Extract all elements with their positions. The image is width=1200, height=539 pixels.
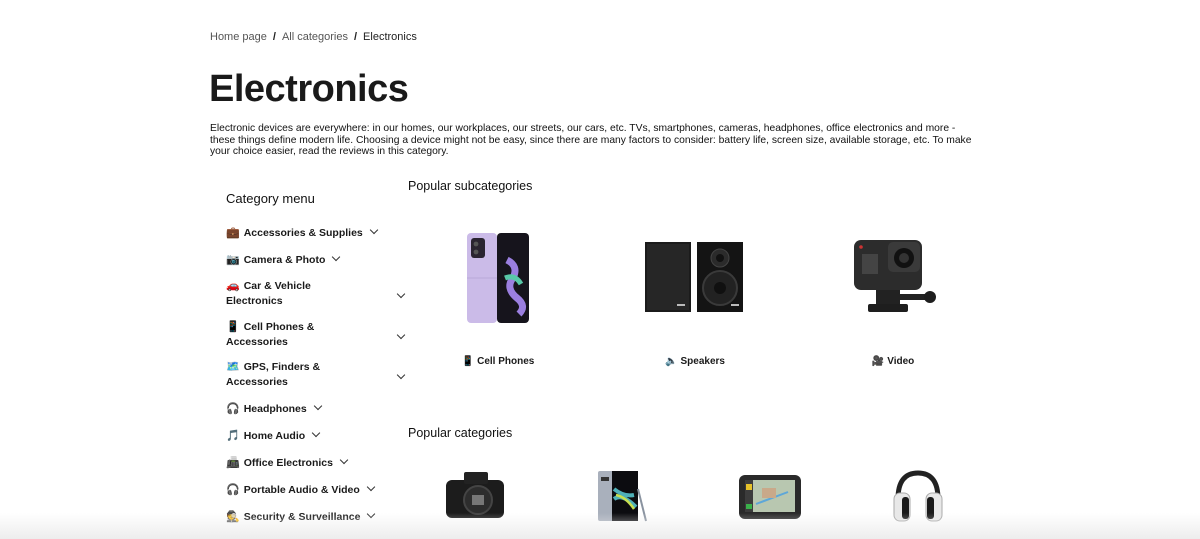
movie-camera-icon: 🎥 <box>871 356 885 367</box>
chevron-down-icon[interactable] <box>366 482 376 492</box>
sidebar-item-label: Headphones <box>243 403 307 415</box>
smartphone-stylus-image <box>598 471 647 522</box>
chevron-down-icon[interactable] <box>313 401 322 411</box>
page-title: Electronics <box>209 68 409 110</box>
popular-subcategories-title: Popular subcategories <box>408 179 533 193</box>
chevron-down-icon[interactable] <box>339 455 349 465</box>
sidebar-item-gps-finders-accessories[interactable]: 🗺️ GPS, Finders & Accessories <box>226 360 406 390</box>
category-menu-title: Category menu <box>226 191 315 206</box>
breadcrumb-home[interactable]: Home page <box>210 31 267 43</box>
music-note-icon: 🎵 <box>226 430 240 442</box>
breadcrumb-all-categories[interactable]: All categories <box>282 31 348 43</box>
category-menu: Category menu 💼 Accessories & Supplies 📷 C… <box>226 191 406 523</box>
subcategory-label[interactable]: 📱 Cell Phones <box>403 356 593 367</box>
sidebar-item-label: Home Audio <box>243 430 306 442</box>
over-ear-headphones-image <box>893 470 943 522</box>
detective-icon: 🕵️ <box>226 511 240 523</box>
chevron-down-icon[interactable] <box>396 330 406 340</box>
sidebar-item-camera-photo[interactable]: 📷 Camera & Photo <box>226 252 341 266</box>
car-icon: 🚗 <box>226 280 240 292</box>
category-card-headphones[interactable] <box>890 469 946 530</box>
fax-machine-icon: 📠 <box>226 457 240 469</box>
breadcrumb: Home page / All categories / Electronics <box>210 31 417 43</box>
sidebar-item-office-electronics[interactable]: 📠 Office Electronics <box>226 455 349 469</box>
category-card-gps[interactable] <box>738 474 802 525</box>
sidebar-item-label: Accessories & Supplies <box>243 227 363 239</box>
chevron-down-icon[interactable] <box>396 289 406 299</box>
mobile-phone-icon: 📱 <box>226 321 240 333</box>
sidebar-item-home-audio[interactable]: 🎵 Home Audio <box>226 428 321 442</box>
subcategory-label-text: Cell Phones <box>477 356 535 367</box>
breadcrumb-separator: / <box>353 31 358 43</box>
breadcrumb-separator: / <box>272 31 276 43</box>
subcategory-label[interactable]: 🎥 Video <box>798 356 988 367</box>
headphones-icon: 🎧 <box>226 403 240 415</box>
subcategory-label-text: Speakers <box>680 356 725 367</box>
sidebar-item-label: Office Electronics <box>243 457 333 469</box>
sidebar-item-portable-audio-video[interactable]: 🎧 Portable Audio & Video <box>226 482 376 496</box>
dslr-camera-image <box>446 472 504 518</box>
breadcrumb-current: Electronics <box>363 31 417 43</box>
briefcase-icon: 💼 <box>226 227 240 239</box>
chevron-down-icon[interactable] <box>332 252 341 262</box>
bookshelf-speakers-image <box>645 242 743 312</box>
page-description: Electronic devices are everywhere: in ou… <box>210 123 972 158</box>
sidebar-item-accessories-supplies[interactable]: 💼 Accessories & Supplies <box>226 225 379 239</box>
map-icon: 🗺️ <box>226 361 240 373</box>
category-card-cell-phones[interactable] <box>596 469 650 528</box>
sidebar-item-cell-phones-accessories[interactable]: 📱 Cell Phones & Accessories <box>226 320 406 350</box>
sidebar-item-car-vehicle-electronics[interactable]: 🚗 Car & Vehicle Electronics <box>226 279 406 309</box>
headphones-icon: 🎧 <box>226 484 240 496</box>
speaker-icon: 🔈 <box>665 356 678 367</box>
subcategory-label-text: Video <box>887 356 915 367</box>
folding-phone-image <box>467 233 529 323</box>
sidebar-item-label: GPS, Finders & Accessories <box>226 361 321 388</box>
camera-icon: 📷 <box>226 254 240 266</box>
subcategory-label[interactable]: 🔈 Speakers <box>600 356 790 367</box>
sidebar-item-security-surveillance[interactable]: 🕵️ Security & Surveillance <box>226 509 376 523</box>
mobile-phone-icon: 📱 <box>461 356 475 367</box>
sidebar-item-label: Portable Audio & Video <box>243 484 360 496</box>
sidebar-item-label: Camera & Photo <box>243 254 326 266</box>
chevron-down-icon[interactable] <box>311 428 321 438</box>
sidebar-item-label: Security & Surveillance <box>243 511 361 523</box>
chevron-down-icon[interactable] <box>396 370 406 380</box>
category-card-cameras[interactable] <box>444 470 506 525</box>
chevron-down-icon[interactable] <box>367 509 376 519</box>
popular-categories-title: Popular categories <box>408 426 513 440</box>
action-camera-image <box>854 240 936 312</box>
chevron-down-icon[interactable] <box>369 225 379 235</box>
gps-navigator-image <box>739 475 801 519</box>
sidebar-item-headphones[interactable]: 🎧 Headphones <box>226 401 322 415</box>
